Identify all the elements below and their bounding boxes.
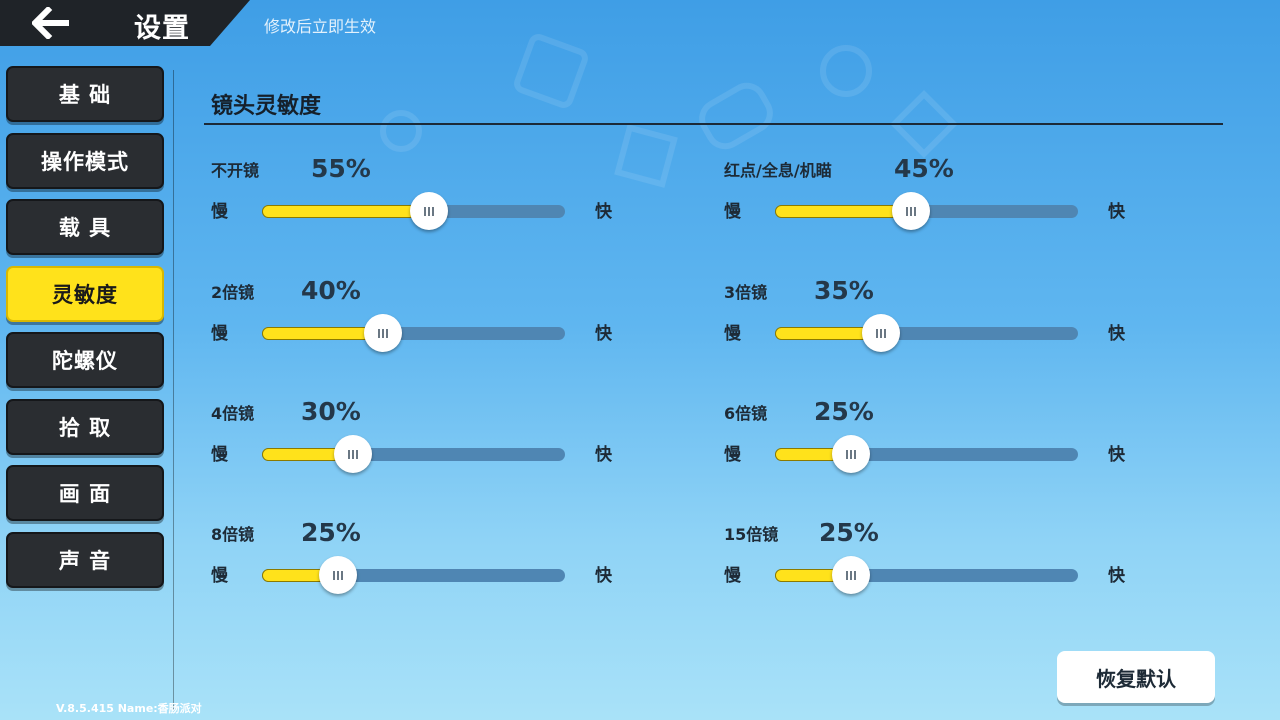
slow-label: 慢 — [211, 445, 228, 465]
slider-thumb[interactable] — [862, 314, 901, 352]
sensitivity-slider[interactable] — [775, 435, 1078, 473]
sidebar-item-6[interactable]: 画 面 — [6, 465, 164, 521]
back-button[interactable] — [10, 2, 94, 44]
setting-label: 红点/全息/机瞄 — [724, 161, 832, 180]
sensitivity-slider[interactable] — [262, 556, 565, 594]
slow-label: 慢 — [211, 202, 228, 222]
slow-label: 慢 — [724, 324, 741, 344]
slider-thumb[interactable] — [892, 192, 931, 230]
sensitivity-setting: 4倍镜 30% 慢 快 — [211, 397, 631, 501]
sensitivity-setting: 2倍镜 40% 慢 快 — [211, 276, 631, 380]
slow-label: 慢 — [211, 566, 228, 586]
slow-label: 慢 — [724, 566, 741, 586]
sidebar-item-7[interactable]: 声 音 — [6, 531, 164, 588]
sidebar-item-1[interactable]: 操作模式 — [6, 132, 164, 189]
grip-icon — [876, 328, 887, 338]
arrow-left-icon — [32, 7, 69, 39]
sidebar-item-2[interactable]: 载 具 — [6, 199, 164, 255]
sidebar-item-5[interactable]: 拾 取 — [6, 398, 164, 455]
grip-icon — [845, 449, 856, 459]
sensitivity-setting: 不开镜 55% 慢 快 — [211, 154, 631, 258]
fast-label: 快 — [595, 324, 612, 344]
fast-label: 快 — [1108, 202, 1125, 222]
setting-value: 35% — [814, 276, 874, 305]
setting-label: 2倍镜 — [211, 283, 255, 302]
fast-label: 快 — [1108, 445, 1125, 465]
grip-icon — [332, 570, 343, 580]
sidebar: 基 础操作模式载 具灵敏度陀螺仪拾 取画 面声 音 — [6, 66, 168, 598]
setting-label: 4倍镜 — [211, 404, 255, 423]
sensitivity-setting: 红点/全息/机瞄 45% 慢 快 — [724, 154, 1144, 258]
slider-thumb[interactable] — [333, 435, 372, 473]
fast-label: 快 — [595, 445, 612, 465]
sensitivity-setting: 3倍镜 35% 慢 快 — [724, 276, 1144, 380]
slider-thumb[interactable] — [318, 556, 357, 594]
sidebar-item-4[interactable]: 陀螺仪 — [6, 332, 164, 388]
sensitivity-setting: 15倍镜 25% 慢 快 — [724, 518, 1144, 622]
setting-label: 3倍镜 — [724, 283, 768, 302]
sensitivity-setting: 6倍镜 25% 慢 快 — [724, 397, 1144, 501]
grip-icon — [423, 206, 434, 216]
slider-thumb[interactable] — [831, 435, 870, 473]
setting-label: 15倍镜 — [724, 525, 779, 544]
grip-icon — [906, 206, 917, 216]
slow-label: 慢 — [724, 445, 741, 465]
version-text: V.8.5.415 Name:香肠派对 — [56, 702, 202, 715]
sidebar-divider — [173, 70, 174, 710]
slider-thumb[interactable] — [831, 556, 870, 594]
reset-default-button[interactable]: 恢复默认 — [1057, 651, 1215, 703]
setting-value: 40% — [301, 276, 361, 305]
sensitivity-slider[interactable] — [775, 192, 1078, 230]
grip-icon — [378, 328, 389, 338]
slow-label: 慢 — [211, 324, 228, 344]
sensitivity-setting: 8倍镜 25% 慢 快 — [211, 518, 631, 622]
page-title: 设置 — [134, 13, 190, 44]
sensitivity-slider[interactable] — [262, 314, 565, 352]
sidebar-item-0[interactable]: 基 础 — [6, 66, 164, 122]
section-divider — [204, 123, 1223, 125]
setting-value: 45% — [894, 154, 954, 183]
setting-value: 25% — [301, 518, 361, 547]
sensitivity-slider[interactable] — [775, 556, 1078, 594]
slider-thumb[interactable] — [409, 192, 448, 230]
slider-thumb[interactable] — [364, 314, 403, 352]
slider-fill — [775, 205, 912, 218]
setting-label: 6倍镜 — [724, 404, 768, 423]
slider-fill — [262, 205, 429, 218]
grip-icon — [347, 449, 358, 459]
sensitivity-slider[interactable] — [262, 435, 565, 473]
section-title: 镜头灵敏度 — [211, 94, 322, 119]
sensitivity-slider[interactable] — [262, 192, 565, 230]
fast-label: 快 — [1108, 324, 1125, 344]
fast-label: 快 — [1108, 566, 1125, 586]
header-hint: 修改后立即生效 — [264, 17, 377, 36]
setting-value: 25% — [814, 397, 874, 426]
sensitivity-slider[interactable] — [775, 314, 1078, 352]
setting-value: 55% — [311, 154, 371, 183]
setting-label: 不开镜 — [211, 161, 260, 180]
setting-label: 8倍镜 — [211, 525, 255, 544]
setting-value: 25% — [819, 518, 879, 547]
sidebar-item-3[interactable]: 灵敏度 — [6, 265, 164, 322]
grip-icon — [845, 570, 856, 580]
setting-value: 30% — [301, 397, 361, 426]
fast-label: 快 — [595, 202, 612, 222]
fast-label: 快 — [595, 566, 612, 586]
slow-label: 慢 — [724, 202, 741, 222]
